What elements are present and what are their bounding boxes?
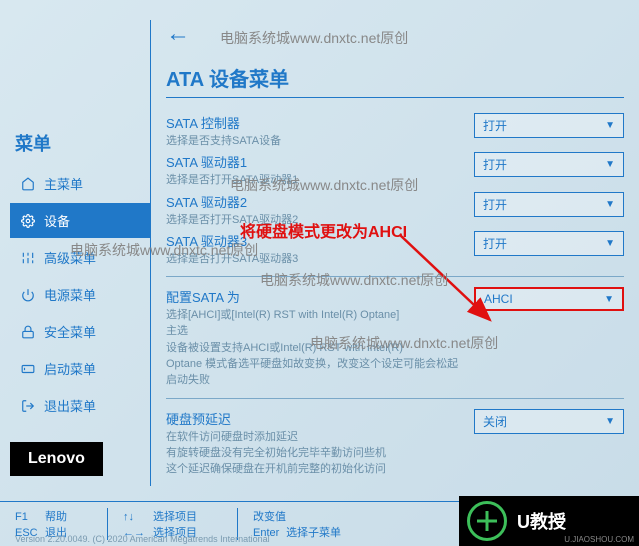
sidebar-item-advanced[interactable]: 高级菜单: [10, 240, 150, 275]
corner-sub: U.JIAOSHOU.COM: [564, 535, 634, 544]
dropdown-value: AHCI: [484, 292, 513, 306]
gear-icon: [20, 213, 36, 229]
corner-text: U教授: [517, 508, 566, 534]
sidebar-item-security[interactable]: 安全菜单: [10, 314, 150, 349]
dropdown-sata-controller[interactable]: 打开 ▼: [474, 113, 624, 138]
version-text: Version 2.20.0049. (C) 2020 American Meg…: [15, 534, 270, 544]
power-icon: [20, 287, 36, 303]
sidebar-item-device[interactable]: 设备: [10, 203, 150, 238]
sidebar-label: 启动菜单: [44, 359, 96, 378]
dropdown-value: 打开: [483, 235, 507, 252]
sidebar-title: 菜单: [10, 130, 150, 156]
main-panel: ← ATA 设备菜单 SATA 控制器 选择是否支持SATA设备 打开 ▼ SA…: [151, 0, 639, 546]
sidebar-item-power[interactable]: 电源菜单: [10, 277, 150, 312]
home-icon: [20, 176, 36, 192]
setting-desc: 有旋转硬盘没有完全初始化完毕辛勤访问些机: [166, 446, 474, 460]
sidebar-label: 设备: [44, 211, 70, 230]
corner-badge: U教授 U.JIAOSHOU.COM: [459, 496, 639, 546]
setting-label: 硬盘预延迟: [166, 409, 474, 428]
setting-desc: Optane 模式备选平硬盘如故变换，改变这个设定可能会松起: [166, 357, 474, 371]
sidebar-item-boot[interactable]: 启动菜单: [10, 351, 150, 386]
corner-logo-icon: [467, 501, 507, 541]
setting-desc: 选择是否打开SATA驱动器1: [166, 173, 474, 187]
footer-label: 帮助: [45, 511, 67, 523]
boot-icon: [20, 361, 36, 377]
footer-key: F1: [15, 511, 45, 523]
setting-desc: 在软件访问硬盘时添加延迟: [166, 430, 474, 444]
sliders-icon: [20, 250, 36, 266]
sidebar-item-main[interactable]: 主菜单: [10, 166, 150, 201]
setting-desc: 选择是否支持SATA设备: [166, 134, 474, 148]
sidebar-item-exit[interactable]: 退出菜单: [10, 388, 150, 423]
dropdown-sata-drive1[interactable]: 打开 ▼: [474, 152, 624, 177]
sidebar-label: 电源菜单: [44, 285, 96, 304]
sidebar-label: 主菜单: [44, 174, 83, 193]
chevron-down-icon: ▼: [605, 120, 615, 131]
setting-hdd-delay: 硬盘预延迟 在软件访问硬盘时添加延迟 有旋转硬盘没有完全初始化完毕辛勤访问些机 …: [166, 409, 624, 477]
back-arrow-icon[interactable]: ←: [166, 20, 190, 48]
chevron-down-icon: ▼: [605, 416, 615, 427]
annotation-text: 将硬盘模式更改为AHCI: [240, 218, 407, 242]
setting-desc: 选择[AHCI]或[Intel(R) RST with Intel(R) Opt…: [166, 308, 474, 322]
setting-desc: 选择是否打开SATA驱动器3: [166, 252, 474, 266]
dropdown-value: 打开: [483, 156, 507, 173]
setting-label: SATA 控制器: [166, 113, 474, 132]
lenovo-logo: Lenovo: [10, 442, 103, 476]
setting-label: 配置SATA 为: [166, 287, 474, 306]
setting-desc: 这个延迟确保硬盘在开机前完整的初始化访问: [166, 462, 474, 476]
dropdown-sata-drive3[interactable]: 打开 ▼: [474, 231, 624, 256]
chevron-down-icon: ▼: [605, 238, 615, 249]
chevron-down-icon: ▼: [604, 294, 614, 305]
setting-desc: 启动失败: [166, 373, 474, 387]
dropdown-hdd-delay[interactable]: 关闭 ▼: [474, 409, 624, 434]
footer-key: ↑↓: [123, 511, 153, 523]
setting-sata-drive1: SATA 驱动器1 选择是否打开SATA驱动器1 打开 ▼: [166, 152, 624, 187]
setting-label: SATA 驱动器2: [166, 192, 474, 211]
sidebar-label: 安全菜单: [44, 322, 96, 341]
dropdown-sata-drive2[interactable]: 打开 ▼: [474, 192, 624, 217]
setting-desc: 设备被设置支持AHCI或Intel(R) RST with Intel(R): [166, 341, 474, 355]
footer-label: 选择子菜单: [286, 527, 341, 539]
setting-label: SATA 驱动器1: [166, 152, 474, 171]
section-divider: [166, 398, 624, 399]
dropdown-value: 打开: [483, 196, 507, 213]
title-underline: [166, 97, 624, 98]
dropdown-sata-config[interactable]: AHCI ▼: [474, 287, 624, 311]
sidebar-label: 退出菜单: [44, 396, 96, 415]
chevron-down-icon: ▼: [605, 199, 615, 210]
exit-icon: [20, 398, 36, 414]
sidebar-label: 高级菜单: [44, 248, 96, 267]
dropdown-value: 关闭: [483, 413, 507, 430]
section-divider: [166, 276, 624, 277]
dropdown-value: 打开: [483, 117, 507, 134]
lock-icon: [20, 324, 36, 340]
setting-sata-controller: SATA 控制器 选择是否支持SATA设备 打开 ▼: [166, 113, 624, 148]
footer-label: 改变值: [253, 511, 286, 523]
footer-label: 选择项目: [153, 511, 197, 523]
setting-sata-config: 配置SATA 为 选择[AHCI]或[Intel(R) RST with Int…: [166, 287, 624, 387]
setting-desc: 主选: [166, 324, 474, 338]
page-title: ATA 设备菜单: [166, 63, 624, 92]
chevron-down-icon: ▼: [605, 159, 615, 170]
